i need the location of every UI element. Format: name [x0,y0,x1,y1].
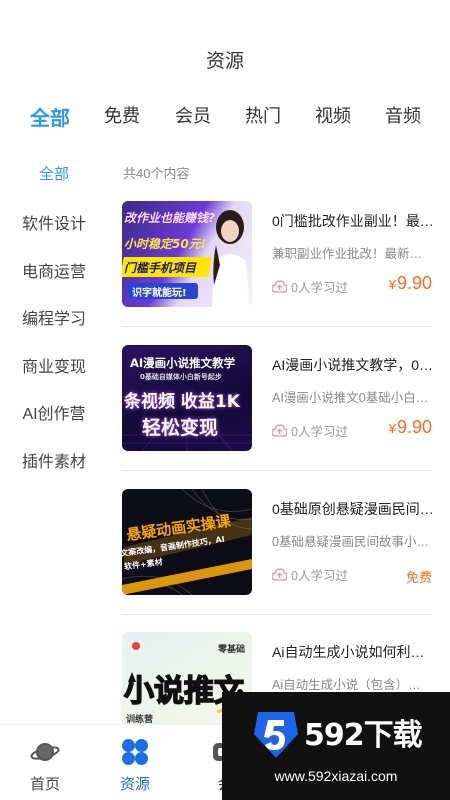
grid-icon [122,739,148,765]
tab-video[interactable]: 视频 [315,102,351,128]
list-item[interactable]: 改作业也能赚钱? 小时稳定50元! 门槛手机项目 识字就能玩! 0门槛批改作业副… [122,201,432,341]
course-subtitle: 0基础悬疑漫画民间故事小… [272,535,429,549]
thumb-text: 轻松变现 [142,417,219,439]
course-subtitle: 兼职副业作业批改！最新… [272,247,423,261]
learner-count: 0人学习过 [272,421,348,440]
price: ¥9.90 [389,273,432,294]
watermark-logo [254,712,298,758]
currency-symbol: ¥ [388,277,396,292]
content-count: 共40个内容 [123,166,190,181]
divider [122,326,432,327]
thumb-text: AI漫画小说推文教学 [130,356,236,370]
course-thumbnail: 改作业也能赚钱? 小时稳定50元! 门槛手机项目 识字就能玩! [122,201,252,307]
course-title: AI漫画小说推文教学，0… [272,357,432,373]
currency-symbol: ¥ [388,421,396,436]
divider [122,470,432,471]
page-title: 资源 [205,51,244,72]
header: 资源 [0,0,450,90]
cloud-icon [272,280,287,293]
nav-resources[interactable]: 资源 [90,725,180,800]
tab-all[interactable]: 全部 [30,102,70,131]
course-subtitle: AI漫画小说推文0基础小白… [272,391,429,405]
course-subtitle: Ai自动生成小说（包含）… [272,678,421,692]
thumb-text: 门槛手机项目 [124,261,197,275]
thumb-text: 0基础自媒体小白新号起步 [140,373,222,381]
course-title: 0门槛批改作业副业！最… [272,213,432,229]
cloud-icon [272,568,287,581]
thumb-text: 条视频 收益1K [124,392,240,412]
nav-resources-label: 资源 [119,776,150,793]
tab-audio[interactable]: 音频 [385,102,421,128]
divider [122,614,432,615]
nav-home[interactable]: 首页 [0,725,90,800]
thumb-text: 训练营 [126,715,154,724]
learner-count-text: 0人学习过 [291,425,348,439]
price-value: 9.90 [396,417,432,437]
planet-icon [30,743,60,761]
site-watermark: 592下载 www.592xiazai.com [222,692,450,800]
tab-member[interactable]: 会员 [175,102,211,128]
thumb-text: 小时稳定50元! [124,237,207,251]
sidebar-item-programming[interactable]: 编程学习 [0,305,108,329]
thumb-text: 识字就能玩! [132,288,187,299]
sidebar-item-plugins[interactable]: 插件素材 [0,448,108,472]
course-title: 0基础原创悬疑漫画民间… [272,501,432,517]
thumb-text: 零基础 [218,645,246,655]
course-thumbnail: 悬疑动画实操课 文案改编，音画制作技巧，AI 软件+素材 [122,489,252,595]
tab-free[interactable]: 免费 [104,102,140,128]
watermark-url: www.592xiazai.com [274,768,398,784]
tab-hot[interactable]: 热门 [245,102,281,128]
sidebar-item-monetization[interactable]: 商业变现 [0,353,108,377]
price: ¥9.90 [389,417,432,438]
course-thumbnail: AI漫画小说推文教学 0基础自媒体小白新号起步 条视频 收益1K 轻松变现 [122,345,252,451]
learner-count: 0人学习过 [272,277,348,296]
learner-count: 0人学习过 [272,565,348,584]
thumb-text: 改作业也能赚钱? [124,211,215,225]
price-value: 9.90 [396,273,432,293]
sidebar-item-ai-creation[interactable]: AI创作营 [0,400,108,424]
list-item[interactable]: AI漫画小说推文教学 0基础自媒体小白新号起步 条视频 收益1K 轻松变现 AI… [122,345,432,485]
person-illustration [212,210,250,307]
filter-tabs: 全部 免费 会员 热门 视频 音频 [0,102,450,136]
learner-count-text: 0人学习过 [291,281,348,295]
sidebar-item-software-design[interactable]: 软件设计 [0,210,108,234]
learner-count-text: 0人学习过 [291,569,348,583]
nav-home-label: 首页 [29,776,60,793]
sidebar-item-ecommerce[interactable]: 电商运营 [0,258,108,282]
course-title: Ai自动生成小说如何利… [272,644,425,660]
free-badge: 免费 [405,570,432,585]
list-item[interactable]: 悬疑动画实操课 文案改编，音画制作技巧，AI 软件+素材 0基础原创悬疑漫画民间… [122,489,432,629]
sidebar-item-all[interactable]: 全部 [0,163,108,184]
cloud-icon [272,424,287,437]
watermark-brand: 592下载 [304,718,423,753]
